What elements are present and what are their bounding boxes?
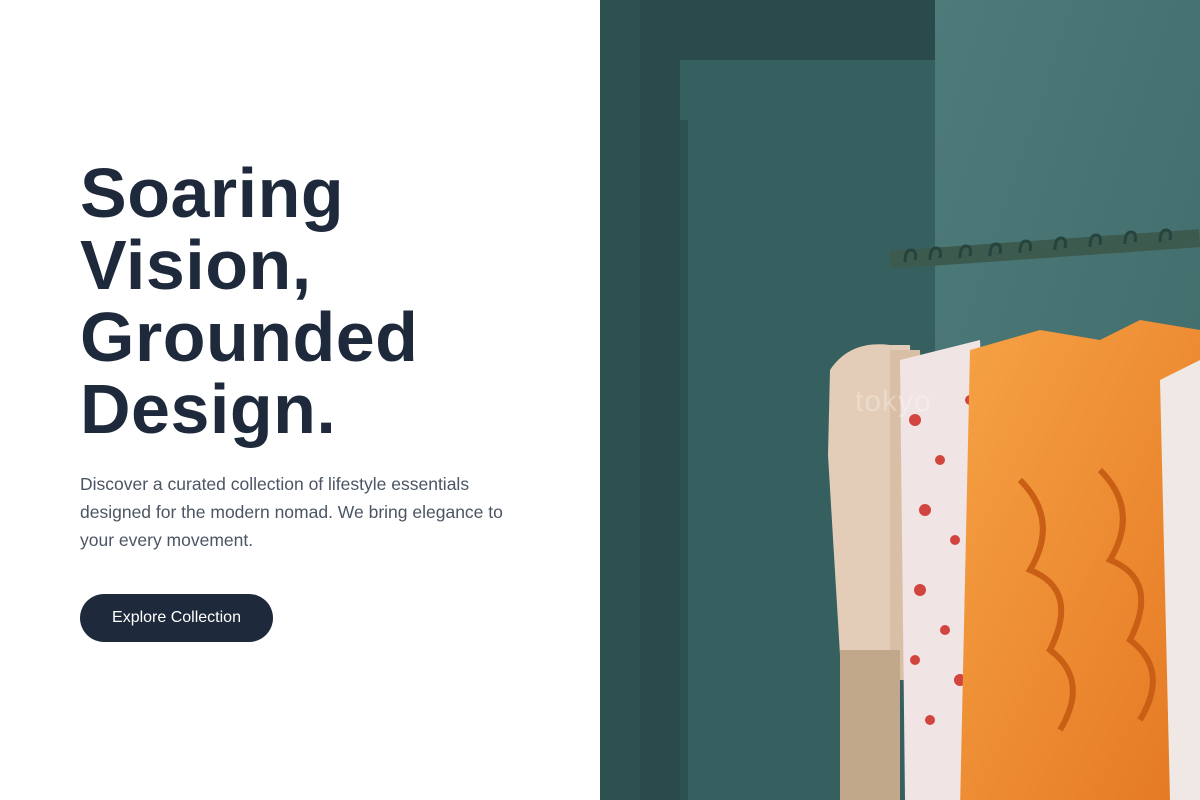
hero-title: Soaring Vision, Grounded Design.	[80, 157, 560, 445]
explore-collection-button[interactable]: Explore Collection	[80, 594, 273, 642]
hero-title-line-2: Vision,	[80, 226, 312, 304]
hero-title-line-3: Grounded	[80, 298, 419, 376]
hero-title-line-1: Soaring	[80, 154, 345, 232]
hero-image-panel: tokyo	[600, 0, 1200, 800]
hero-title-line-4: Design.	[80, 370, 337, 448]
hero-page: Soaring Vision, Grounded Design. Discove…	[0, 0, 1200, 800]
hero-description: Discover a curated collection of lifesty…	[80, 474, 503, 550]
hero-text-panel: Soaring Vision, Grounded Design. Discove…	[0, 0, 600, 800]
photo-watermark: tokyo	[855, 385, 932, 418]
